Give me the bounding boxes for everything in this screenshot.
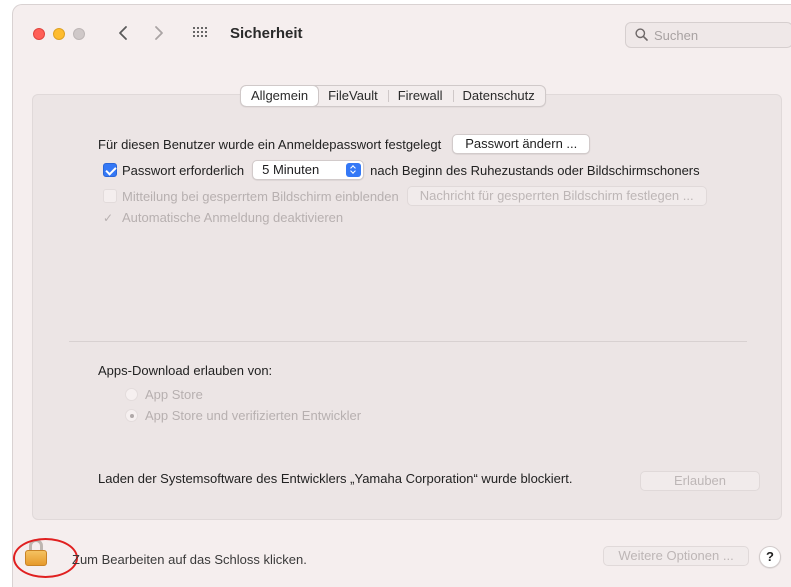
apps-download-label: Apps-Download erlauben von: <box>98 363 273 378</box>
title-bar: Sicherheit <box>13 5 791 63</box>
tab-firewall[interactable]: Firewall <box>387 86 453 106</box>
app-store-radio[interactable] <box>125 388 138 401</box>
show-all-grid-icon[interactable] <box>193 27 209 41</box>
more-options-button[interactable]: Weitere Optionen ... <box>603 546 749 566</box>
back-button[interactable] <box>113 22 133 44</box>
require-password-suffix: nach Beginn des Ruhezustands oder Bildsc… <box>370 162 700 178</box>
minimize-window-button[interactable] <box>53 28 65 40</box>
blocked-software-text: Laden der Systemsoftware des Entwicklers… <box>98 471 573 486</box>
app-store-radio-label: App Store <box>145 387 203 402</box>
password-set-label: Für diesen Benutzer wurde ein Anmeldepas… <box>98 136 442 152</box>
checkmark-icon[interactable]: ✓ <box>103 211 117 225</box>
security-preferences-window: Sicherheit Für diesen Benutzer wurde ein… <box>12 4 791 587</box>
chevron-right-icon <box>155 26 163 40</box>
forward-button[interactable] <box>149 22 169 44</box>
lock-hint-label: Zum Bearbeiten auf das Schloss klicken. <box>72 552 307 567</box>
search-icon <box>635 28 648 41</box>
settings-panel: Für diesen Benutzer wurde ein Anmeldepas… <box>32 94 782 520</box>
tab-bar: Allgemein FileVault Firewall Datenschutz <box>240 85 546 107</box>
zoom-window-button[interactable] <box>73 28 85 40</box>
annotation-circle <box>13 538 78 578</box>
require-password-label: Passwort erforderlich <box>122 162 245 178</box>
lock-message-checkbox[interactable] <box>103 189 117 203</box>
set-lock-message-button[interactable]: Nachricht für gesperrten Bildschirm fest… <box>406 186 707 206</box>
blocked-software-row: Laden der Systemsoftware des Entwicklers… <box>98 471 572 486</box>
change-password-button[interactable]: Passwort ändern ... <box>452 134 591 154</box>
password-interval-value: 5 Minuten <box>262 162 320 177</box>
allow-button[interactable]: Erlauben <box>640 471 760 491</box>
app-store-verified-radio-label: App Store und verifizierten Entwickler <box>145 408 362 423</box>
chevron-up-down-icon <box>346 163 362 177</box>
disable-autologin-label: Automatische Anmeldung deaktivieren <box>122 210 344 225</box>
password-set-row: Für diesen Benutzer wurde ein Anmeldepas… <box>98 134 591 154</box>
tab-datenschutz[interactable]: Datenschutz <box>452 86 545 106</box>
require-password-checkbox[interactable] <box>103 163 117 177</box>
close-window-button[interactable] <box>33 28 45 40</box>
apps-download-heading-row: Apps-Download erlauben von: <box>98 363 272 378</box>
app-store-verified-radio[interactable] <box>125 409 138 422</box>
help-button[interactable]: ? <box>759 546 781 568</box>
tab-allgemein[interactable]: Allgemein <box>241 86 319 106</box>
section-divider <box>69 341 747 342</box>
window-title: Sicherheit <box>230 25 303 42</box>
require-password-row: Passwort erforderlich 5 Minuten nach Beg… <box>103 160 700 180</box>
tab-filevault[interactable]: FileVault <box>318 86 388 106</box>
password-interval-select[interactable]: 5 Minuten <box>252 160 365 180</box>
lock-message-row: Mitteilung bei gesperrtem Bildschirm ein… <box>103 186 707 206</box>
chevron-left-icon <box>119 26 127 40</box>
search-field[interactable] <box>625 22 791 48</box>
disable-autologin-row: ✓ Automatische Anmeldung deaktivieren <box>103 210 343 225</box>
radio-option-app-store-verified[interactable]: App Store und verifizierten Entwickler <box>125 408 361 423</box>
radio-option-app-store[interactable]: App Store <box>125 387 203 402</box>
search-input[interactable] <box>654 27 784 44</box>
lock-message-label: Mitteilung bei gesperrtem Bildschirm ein… <box>122 188 399 204</box>
